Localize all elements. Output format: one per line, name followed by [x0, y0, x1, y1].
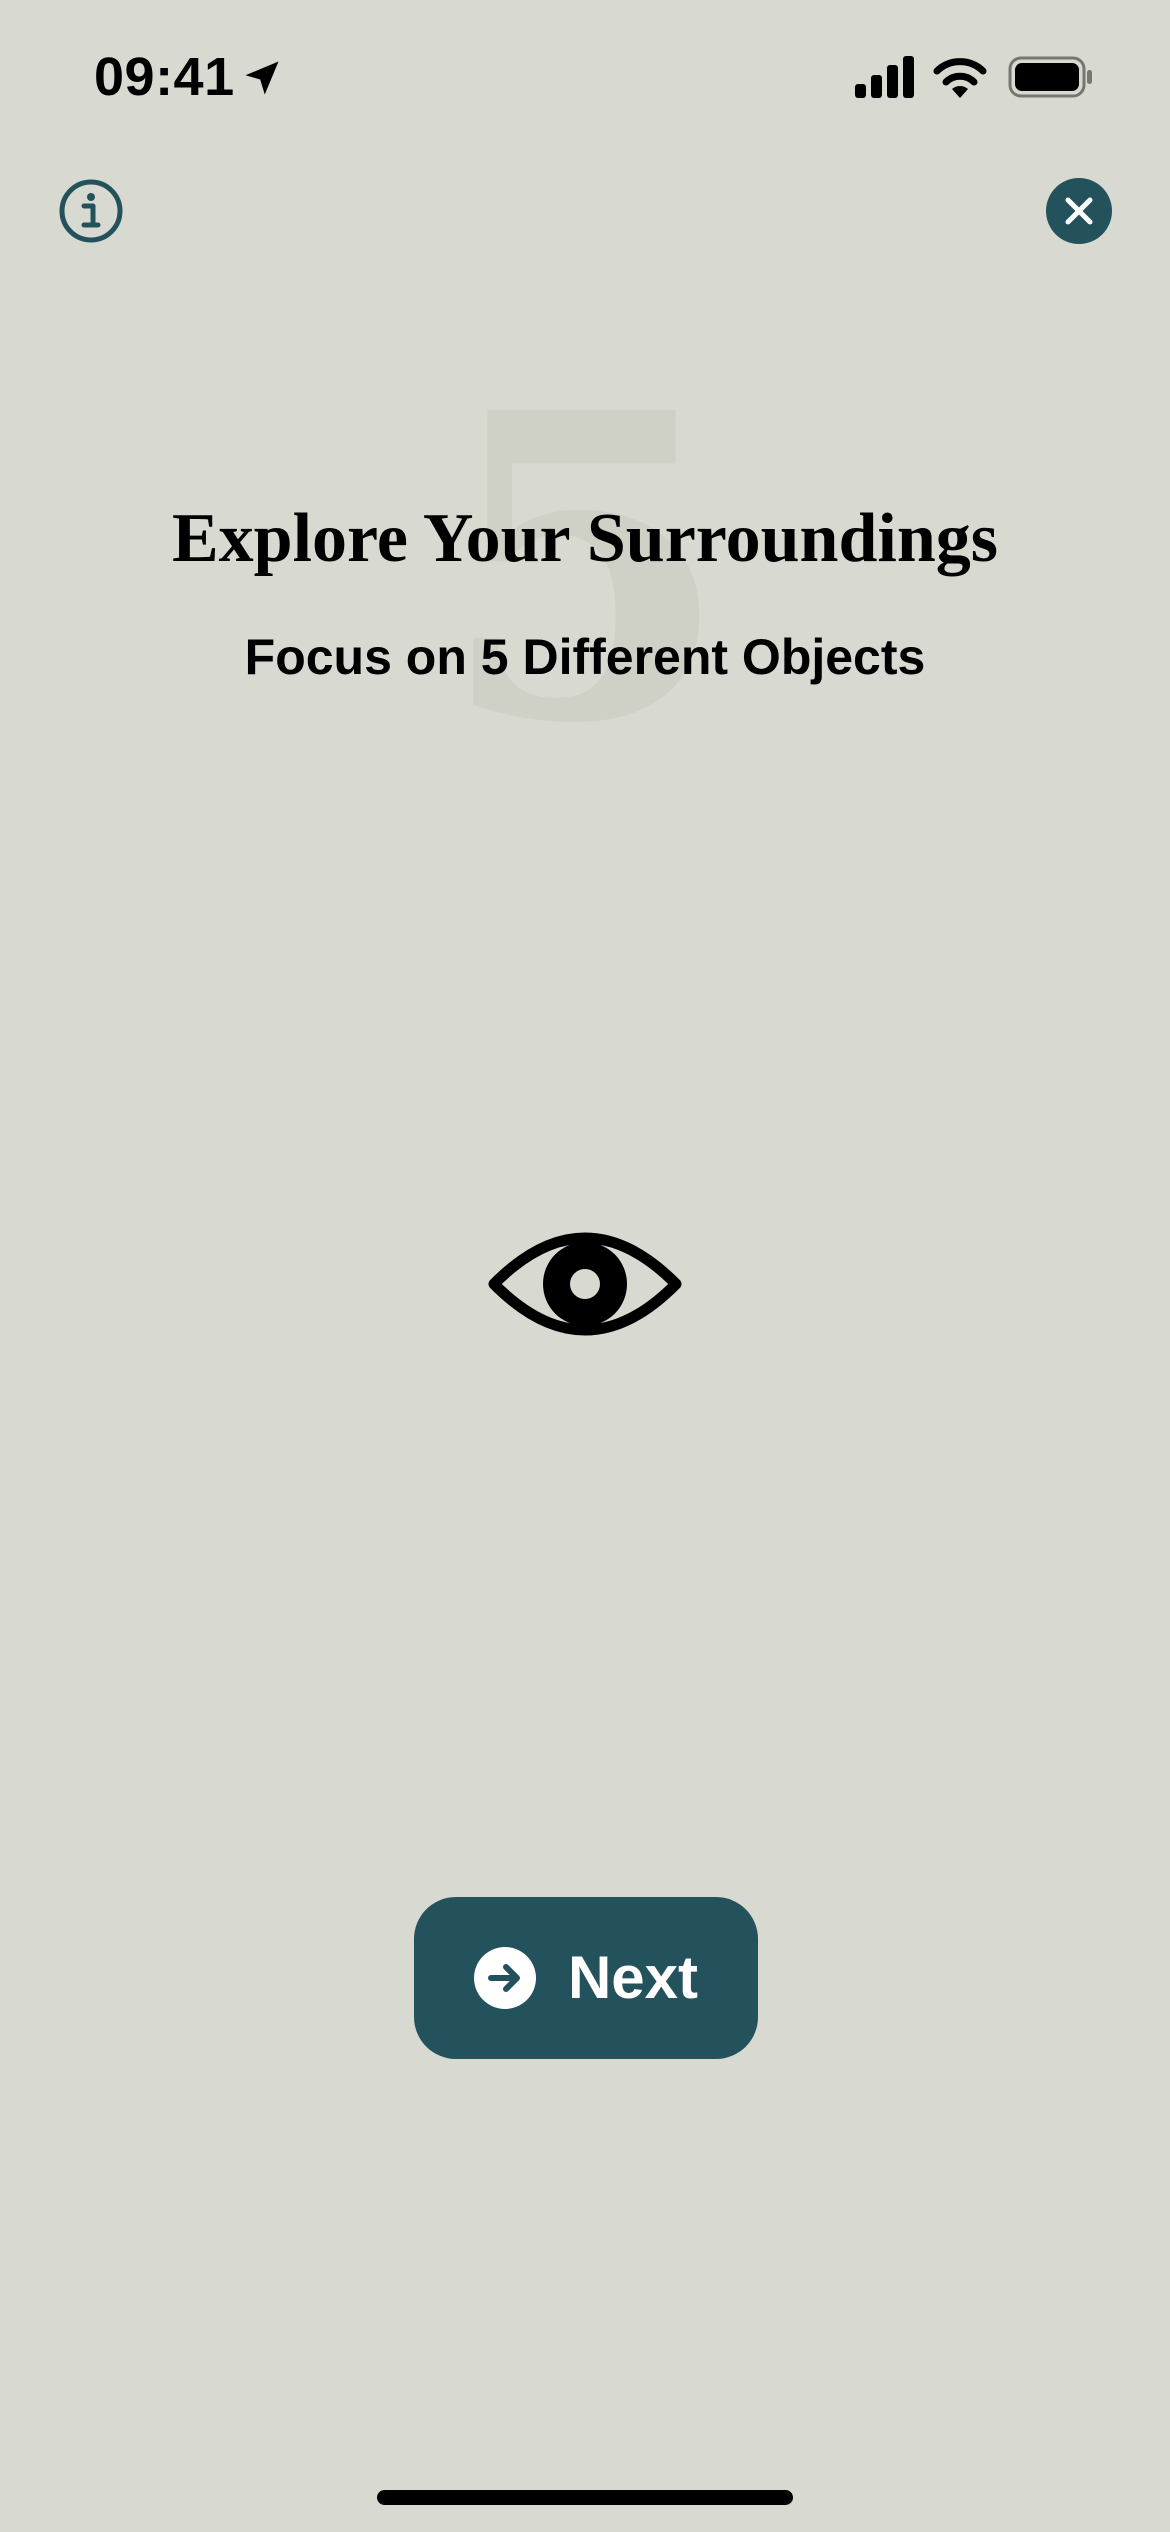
next-button[interactable]: Next — [414, 1897, 758, 2059]
close-button[interactable] — [1046, 178, 1112, 244]
eye-icon — [488, 1232, 682, 1336]
battery-icon — [1008, 56, 1092, 98]
arrow-right-circle-icon — [473, 1947, 536, 2009]
info-circle-icon — [59, 179, 123, 243]
wifi-icon — [933, 58, 987, 98]
cellular-signal-icon — [855, 56, 914, 98]
close-x-icon — [1065, 197, 1093, 225]
page-title: Explore Your Surroundings — [171, 500, 999, 577]
next-button-label: Next — [567, 1944, 699, 2011]
status-bar: 09:41 — [0, 0, 1170, 150]
location-arrow-icon — [245, 61, 279, 95]
info-button[interactable] — [58, 178, 124, 244]
home-indicator[interactable] — [377, 2490, 793, 2505]
page-subtitle: Focus on 5 Different Objects — [244, 629, 926, 685]
status-time: 09:41 — [94, 47, 235, 107]
